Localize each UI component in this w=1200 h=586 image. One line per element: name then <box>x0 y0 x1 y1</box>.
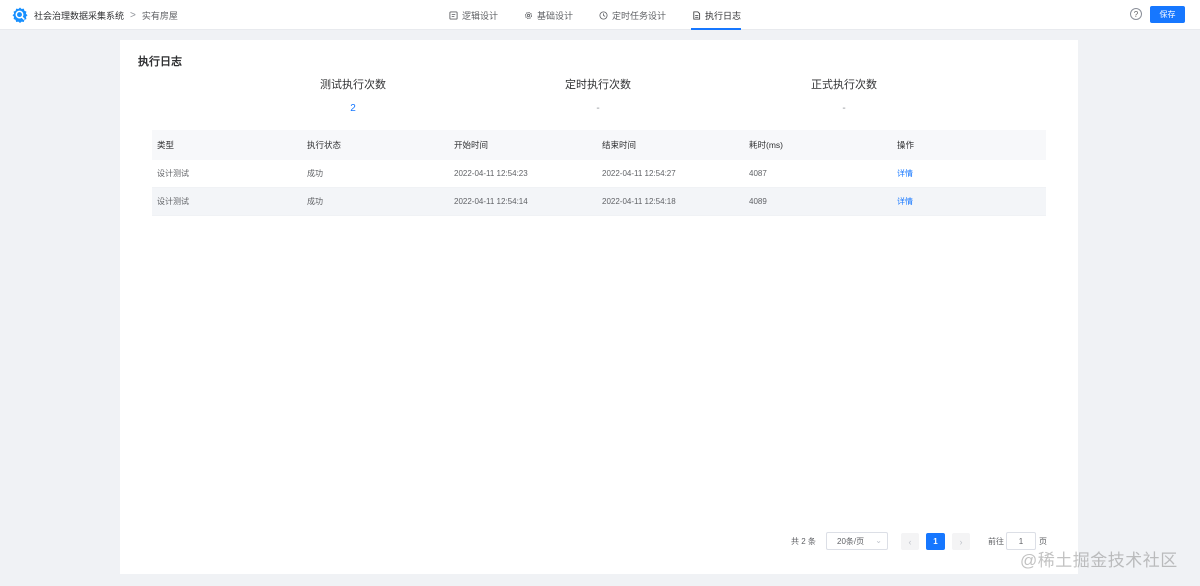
tab-schedule-design[interactable]: 定时任务设计 <box>598 0 666 30</box>
tab-label: 逻辑设计 <box>462 10 499 21</box>
cell-end-time: 2022-04-11 12:54:18 <box>602 197 676 206</box>
table-header: 类型 执行状态 开始时间 结束时间 耗时(ms) 操作 <box>152 130 1046 160</box>
breadcrumb: 社会治理数据采集系统 > 实有房屋 <box>12 7 178 23</box>
top-bar: 社会治理数据采集系统 > 实有房屋 逻辑设计 基础设计 定时任务设计 执行日志 … <box>0 0 1200 30</box>
column-header: 类型 <box>157 140 175 150</box>
table-row: 设计测试 成功 2022-04-11 12:54:23 2022-04-11 1… <box>152 160 1046 188</box>
tab-label: 执行日志 <box>705 10 742 21</box>
page-size-value: 20条/页 <box>837 536 865 546</box>
execution-log-card: 执行日志 测试执行次数 2 定时执行次数 - 正式执行次数 - 类型 执行状态 … <box>120 40 1078 574</box>
stat-production-runs: 正式执行次数 - <box>764 76 924 114</box>
file-icon <box>691 10 701 20</box>
pagination-total: 共 2 条 <box>791 537 816 546</box>
column-header: 操作 <box>897 140 915 150</box>
clock-icon <box>598 10 608 20</box>
stat-label: 测试执行次数 <box>320 79 386 91</box>
cell-start-time: 2022-04-11 12:54:23 <box>454 169 528 178</box>
stat-value: 2 <box>350 103 356 114</box>
cell-type: 设计测试 <box>157 169 189 178</box>
gear-icon <box>523 10 533 20</box>
prev-page-button[interactable]: ‹ <box>901 533 919 550</box>
cell-status: 成功 <box>307 169 323 178</box>
cell-end-time: 2022-04-11 12:54:27 <box>602 169 676 178</box>
cell-status: 成功 <box>307 197 323 206</box>
column-header: 开始时间 <box>454 140 489 150</box>
chevron-down-icon: ⌄ <box>875 536 882 545</box>
tab-execution-log[interactable]: 执行日志 <box>691 0 742 30</box>
watermark: @稀土掘金技术社区 <box>1020 551 1178 570</box>
cell-duration: 4087 <box>749 169 767 178</box>
details-link[interactable]: 详情 <box>897 197 913 206</box>
app-logo-icon <box>12 7 28 23</box>
stat-test-runs: 测试执行次数 2 <box>273 76 433 114</box>
breadcrumb-current: 实有房屋 <box>141 10 178 21</box>
column-header: 执行状态 <box>307 140 342 150</box>
page-number-current[interactable]: 1 <box>926 533 945 550</box>
design-tabs: 逻辑设计 基础设计 定时任务设计 执行日志 <box>448 0 766 30</box>
column-header: 结束时间 <box>602 140 637 150</box>
tab-logic-design[interactable]: 逻辑设计 <box>448 0 498 30</box>
tab-label: 定时任务设计 <box>612 10 667 21</box>
column-header: 耗时(ms) <box>749 140 783 150</box>
execution-log-table: 类型 执行状态 开始时间 结束时间 耗时(ms) 操作 设计测试 成功 2022… <box>152 130 1046 216</box>
cell-actions: 详情 <box>892 168 1046 179</box>
help-icon[interactable]: ? <box>1130 8 1142 20</box>
cell-duration: 4089 <box>749 197 767 206</box>
cell-type: 设计测试 <box>157 197 189 206</box>
cell-actions: 详情 <box>892 196 1046 207</box>
next-page-button[interactable]: › <box>952 533 970 550</box>
stat-value: - <box>842 103 846 114</box>
stat-value: - <box>596 103 600 114</box>
app-name[interactable]: 社会治理数据采集系统 <box>34 9 124 22</box>
page-title: 执行日志 <box>138 56 182 68</box>
details-link[interactable]: 详情 <box>897 169 913 178</box>
document-icon <box>448 10 458 20</box>
cell-start-time: 2022-04-11 12:54:14 <box>454 197 528 206</box>
stat-label: 定时执行次数 <box>565 79 631 91</box>
tab-basic-design[interactable]: 基础设计 <box>523 0 573 30</box>
goto-label: 前往 <box>988 537 1004 546</box>
stat-scheduled-runs: 定时执行次数 - <box>518 76 678 114</box>
page-size-select[interactable]: 20条/页 ⌄ <box>826 532 888 550</box>
breadcrumb-separator: > <box>130 9 136 21</box>
save-button[interactable]: 保存 <box>1150 6 1185 23</box>
tab-label: 基础设计 <box>537 10 574 21</box>
stat-label: 正式执行次数 <box>811 79 877 91</box>
table-row: 设计测试 成功 2022-04-11 12:54:14 2022-04-11 1… <box>152 188 1046 216</box>
